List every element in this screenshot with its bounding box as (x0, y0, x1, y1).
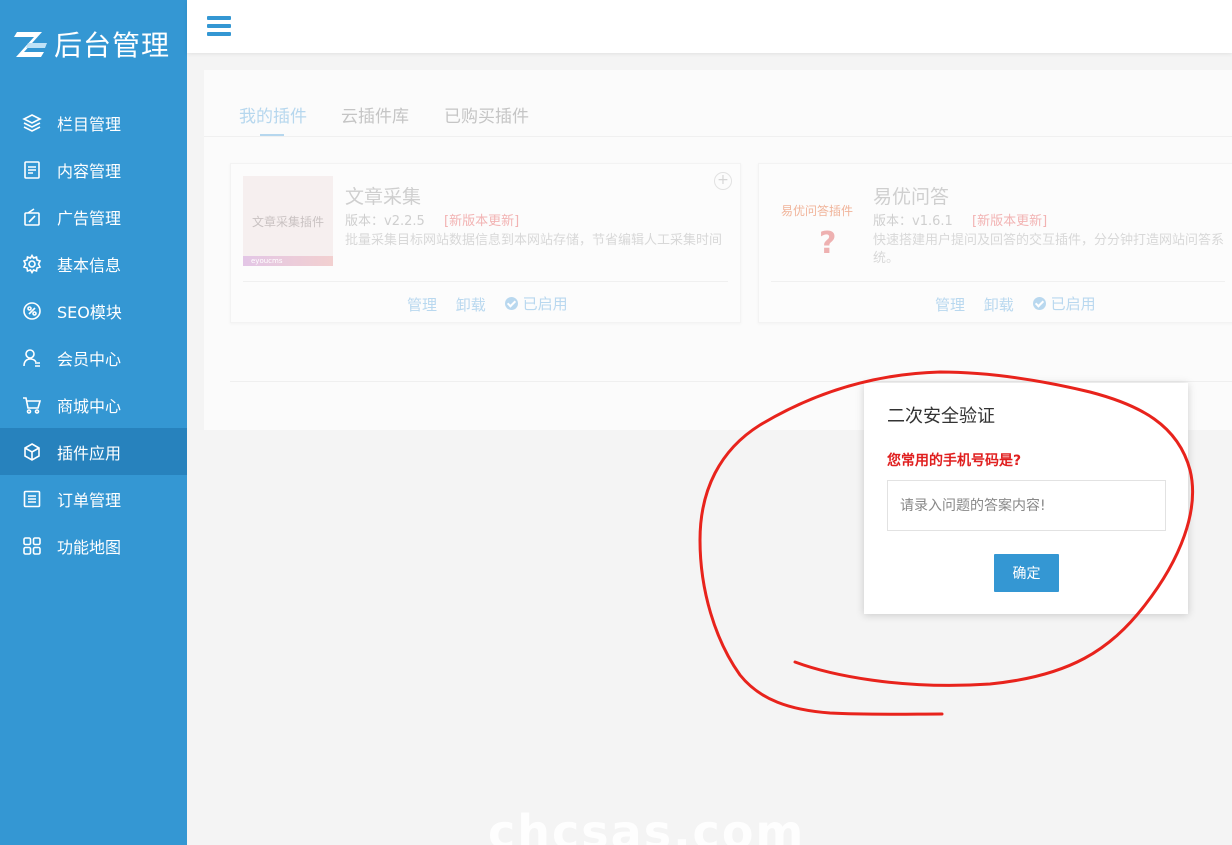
check-circle-icon (504, 297, 518, 310)
plugin-title: 文章采集 (345, 186, 422, 208)
tab-purchased-plugins[interactable]: 已购买插件 (444, 102, 529, 127)
sidebar-item-plugins[interactable]: 插件应用 (0, 428, 187, 475)
divider (230, 381, 1232, 382)
security-verification-dialog: 二次安全验证 您常用的手机号码是? 确定 (864, 383, 1188, 614)
confirm-button[interactable]: 确定 (994, 554, 1059, 592)
manage-link[interactable]: 管理 (407, 296, 437, 314)
sidebar-item-label: 订单管理 (57, 490, 122, 510)
sidebar: 后台管理 栏目管理 内容管理 广告管理 基本信息 SEO模块 会员中心 商城中心… (0, 0, 187, 845)
sidebar-item-content[interactable]: 内容管理 (0, 146, 187, 193)
dialog-title: 二次安全验证 (887, 406, 995, 427)
security-question: 您常用的手机号码是? (887, 453, 1022, 469)
tab-cloud-plugins[interactable]: 云插件库 (341, 102, 409, 127)
manage-link[interactable]: 管理 (935, 296, 965, 314)
active-tab-indicator (260, 134, 284, 136)
plugin-thumbnail: 文章采集插件 eyoucms (243, 176, 333, 266)
plugin-thumbnail: 易优问答插件 ? (771, 176, 861, 266)
check-circle-icon (1032, 297, 1046, 310)
sidebar-item-label: 内容管理 (57, 161, 122, 181)
logo-text: 后台管理 (54, 29, 171, 62)
sidebar-item-label: 插件应用 (57, 443, 122, 463)
uninstall-link[interactable]: 卸载 (984, 296, 1014, 314)
sidebar-item-basic-info[interactable]: 基本信息 (0, 240, 187, 287)
plugin-title: 易优问答 (873, 186, 950, 208)
list-icon (22, 489, 42, 509)
cube-icon (22, 442, 42, 462)
enabled-label: 已启用 (1050, 295, 1096, 313)
enabled-status: 已启用 (504, 293, 568, 314)
enabled-label: 已启用 (522, 295, 568, 313)
watermark: chcsas.com (488, 805, 806, 845)
plugin-actions: 管理 卸载 已启用 (407, 293, 582, 315)
sidebar-item-label: 功能地图 (57, 537, 122, 557)
grid-icon (22, 536, 42, 556)
plugin-update-link[interactable]: [新版本更新] (444, 210, 519, 229)
divider (771, 281, 1225, 282)
sidebar-item-label: 栏目管理 (57, 114, 122, 134)
answer-input[interactable] (887, 480, 1166, 531)
sidebar-item-members[interactable]: 会员中心 (0, 334, 187, 381)
sidebar-item-seo[interactable]: SEO模块 (0, 287, 187, 334)
sidebar-item-ads[interactable]: 广告管理 (0, 193, 187, 240)
uninstall-link[interactable]: 卸载 (456, 296, 486, 314)
menu-toggle-icon[interactable] (207, 16, 231, 37)
seo-icon (22, 301, 42, 321)
plugin-description: 批量采集目标网站数据信息到本网站存储，节省编辑人工采集时间 (345, 233, 723, 248)
layers-icon (22, 113, 42, 133)
plugin-tabs: 我的插件 云插件库 已购买插件 (204, 70, 1232, 137)
sidebar-menu: 栏目管理 内容管理 广告管理 基本信息 SEO模块 会员中心 商城中心 插件应用… (0, 99, 187, 569)
user-icon (22, 348, 42, 368)
plugin-add-icon[interactable]: + (714, 172, 732, 190)
plugin-update-link[interactable]: [新版本更新] (972, 210, 1047, 229)
sidebar-item-label: 会员中心 (57, 349, 122, 369)
ad-icon (22, 207, 42, 227)
sidebar-item-orders[interactable]: 订单管理 (0, 475, 187, 522)
sidebar-item-label: SEO模块 (57, 302, 122, 322)
plugin-card: 易优问答插件 ? 易优问答 版本：v1.6.1 [新版本更新] 快速搭建用户提问… (758, 163, 1232, 323)
plugin-thumbnail-text: 易优问答插件 (781, 204, 854, 218)
enabled-status: 已启用 (1032, 293, 1096, 314)
logo-icon (14, 29, 48, 59)
question-mark-icon: ? (819, 226, 837, 261)
document-icon (22, 160, 42, 180)
divider (243, 281, 728, 282)
plugin-card: 文章采集插件 eyoucms 文章采集 版本：v2.2.5 [新版本更新] 批量… (230, 163, 741, 323)
plugin-thumbnail-text: 文章采集插件 (251, 214, 324, 229)
sidebar-item-label: 商城中心 (57, 396, 122, 416)
sidebar-item-feature-map[interactable]: 功能地图 (0, 522, 187, 569)
sidebar-item-label: 广告管理 (57, 208, 122, 228)
topbar (187, 0, 1232, 53)
plugin-thumbnail-footer: eyoucms (243, 256, 333, 266)
plugin-panel: 我的插件 云插件库 已购买插件 文章采集插件 eyoucms 文章采集 版本：v… (204, 70, 1232, 430)
cart-icon (22, 395, 42, 415)
plugin-version: 版本：v1.6.1 (873, 214, 953, 229)
plugin-actions: 管理 卸载 已启用 (935, 293, 1110, 315)
gear-icon (22, 253, 42, 274)
logo[interactable]: 后台管理 (14, 26, 170, 62)
plugin-version: 版本：v2.2.5 (345, 214, 425, 229)
sidebar-item-columns[interactable]: 栏目管理 (0, 99, 187, 146)
tab-my-plugins[interactable]: 我的插件 (239, 102, 307, 127)
sidebar-item-shop[interactable]: 商城中心 (0, 381, 187, 428)
plugin-description: 快速搭建用户提问及回答的交互插件，分分钟打造网站问答系统。 (873, 233, 1225, 266)
sidebar-item-label: 基本信息 (57, 255, 122, 275)
